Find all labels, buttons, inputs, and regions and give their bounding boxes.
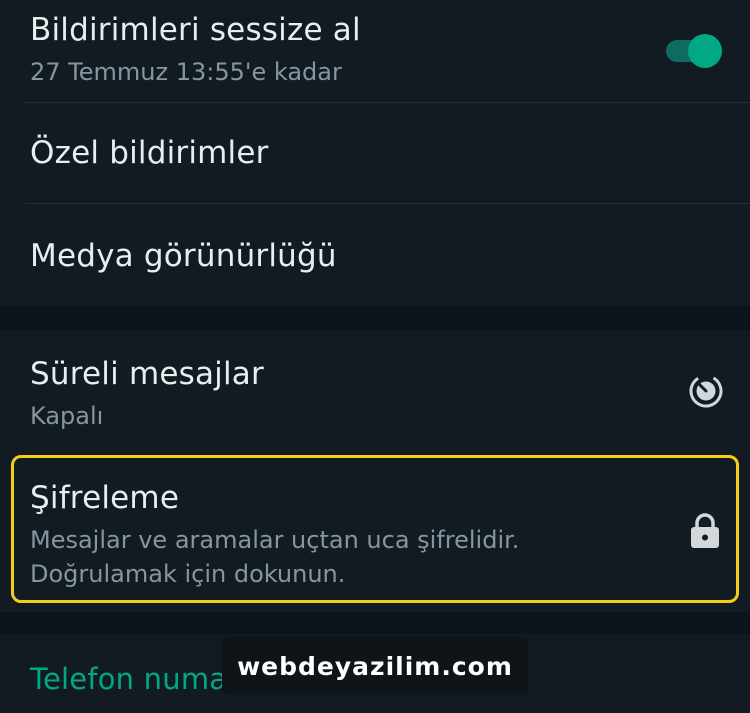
timer-icon [689, 374, 723, 408]
encryption-highlight-box [11, 455, 739, 603]
notification-settings-section: Bildirimleri sessize al 27 Temmuz 13:55'… [0, 0, 750, 306]
disappearing-messages-row[interactable]: Süreli mesajlar Kapalı [0, 330, 750, 452]
mute-toggle[interactable] [664, 34, 722, 68]
media-visibility-title: Medya görünürlüğü [30, 238, 337, 274]
custom-notifications-row[interactable]: Özel bildirimler [0, 103, 750, 203]
disappearing-messages-subtitle: Kapalı [30, 402, 104, 430]
custom-notifications-title: Özel bildirimler [30, 135, 269, 171]
toggle-thumb [688, 34, 722, 68]
mute-notifications-row[interactable]: Bildirimleri sessize al 27 Temmuz 13:55'… [0, 0, 750, 102]
disappearing-messages-title: Süreli mesajlar [30, 356, 264, 392]
watermark: webdeyazilim.com [222, 637, 528, 695]
mute-notifications-title: Bildirimleri sessize al [30, 12, 361, 48]
mute-notifications-subtitle: 27 Temmuz 13:55'e kadar [30, 58, 342, 86]
media-visibility-row[interactable]: Medya görünürlüğü [0, 204, 750, 306]
